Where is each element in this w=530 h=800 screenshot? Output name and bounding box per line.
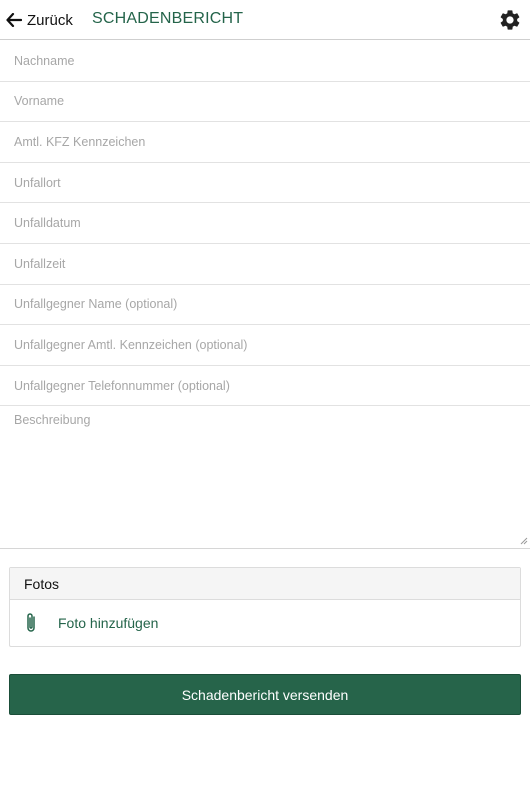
- photos-heading: Fotos: [10, 568, 520, 600]
- photos-panel: Fotos Foto hinzufügen: [9, 567, 521, 647]
- opponent-name-input[interactable]: [14, 297, 530, 312]
- opponent-plate-field-row: [0, 325, 530, 366]
- firstname-field-row: [0, 82, 530, 123]
- lastname-input[interactable]: [14, 53, 530, 68]
- damage-report-form: [0, 41, 530, 407]
- paperclip-icon: [27, 613, 35, 632]
- license-plate-input[interactable]: [14, 134, 530, 149]
- opponent-name-field-row: [0, 285, 530, 326]
- back-label: Zurück: [27, 11, 73, 29]
- accident-date-input[interactable]: [14, 216, 530, 231]
- opponent-phone-field-row: [0, 366, 530, 407]
- accident-location-input[interactable]: [14, 175, 530, 190]
- license-plate-field-row: [0, 122, 530, 163]
- lastname-field-row: [0, 41, 530, 82]
- description-field-row: [0, 406, 530, 549]
- description-textarea[interactable]: [0, 406, 530, 548]
- arrow-left-icon: [6, 13, 22, 27]
- accident-location-field-row: [0, 163, 530, 204]
- resize-grip-icon[interactable]: [520, 537, 528, 545]
- gear-icon[interactable]: [498, 8, 522, 32]
- app-header: Zurück SCHADENBERICHT: [0, 0, 530, 40]
- add-photo-label: Foto hinzufügen: [58, 615, 159, 631]
- opponent-phone-input[interactable]: [14, 378, 530, 393]
- firstname-input[interactable]: [14, 94, 530, 109]
- submit-report-button[interactable]: Schadenbericht versenden: [9, 674, 521, 715]
- accident-date-field-row: [0, 203, 530, 244]
- accident-time-input[interactable]: [14, 256, 530, 271]
- accident-time-field-row: [0, 244, 530, 285]
- opponent-plate-input[interactable]: [14, 337, 530, 352]
- page-title: SCHADENBERICHT: [92, 10, 244, 27]
- back-button[interactable]: Zurück: [6, 9, 73, 31]
- add-photo-button[interactable]: Foto hinzufügen: [10, 600, 520, 646]
